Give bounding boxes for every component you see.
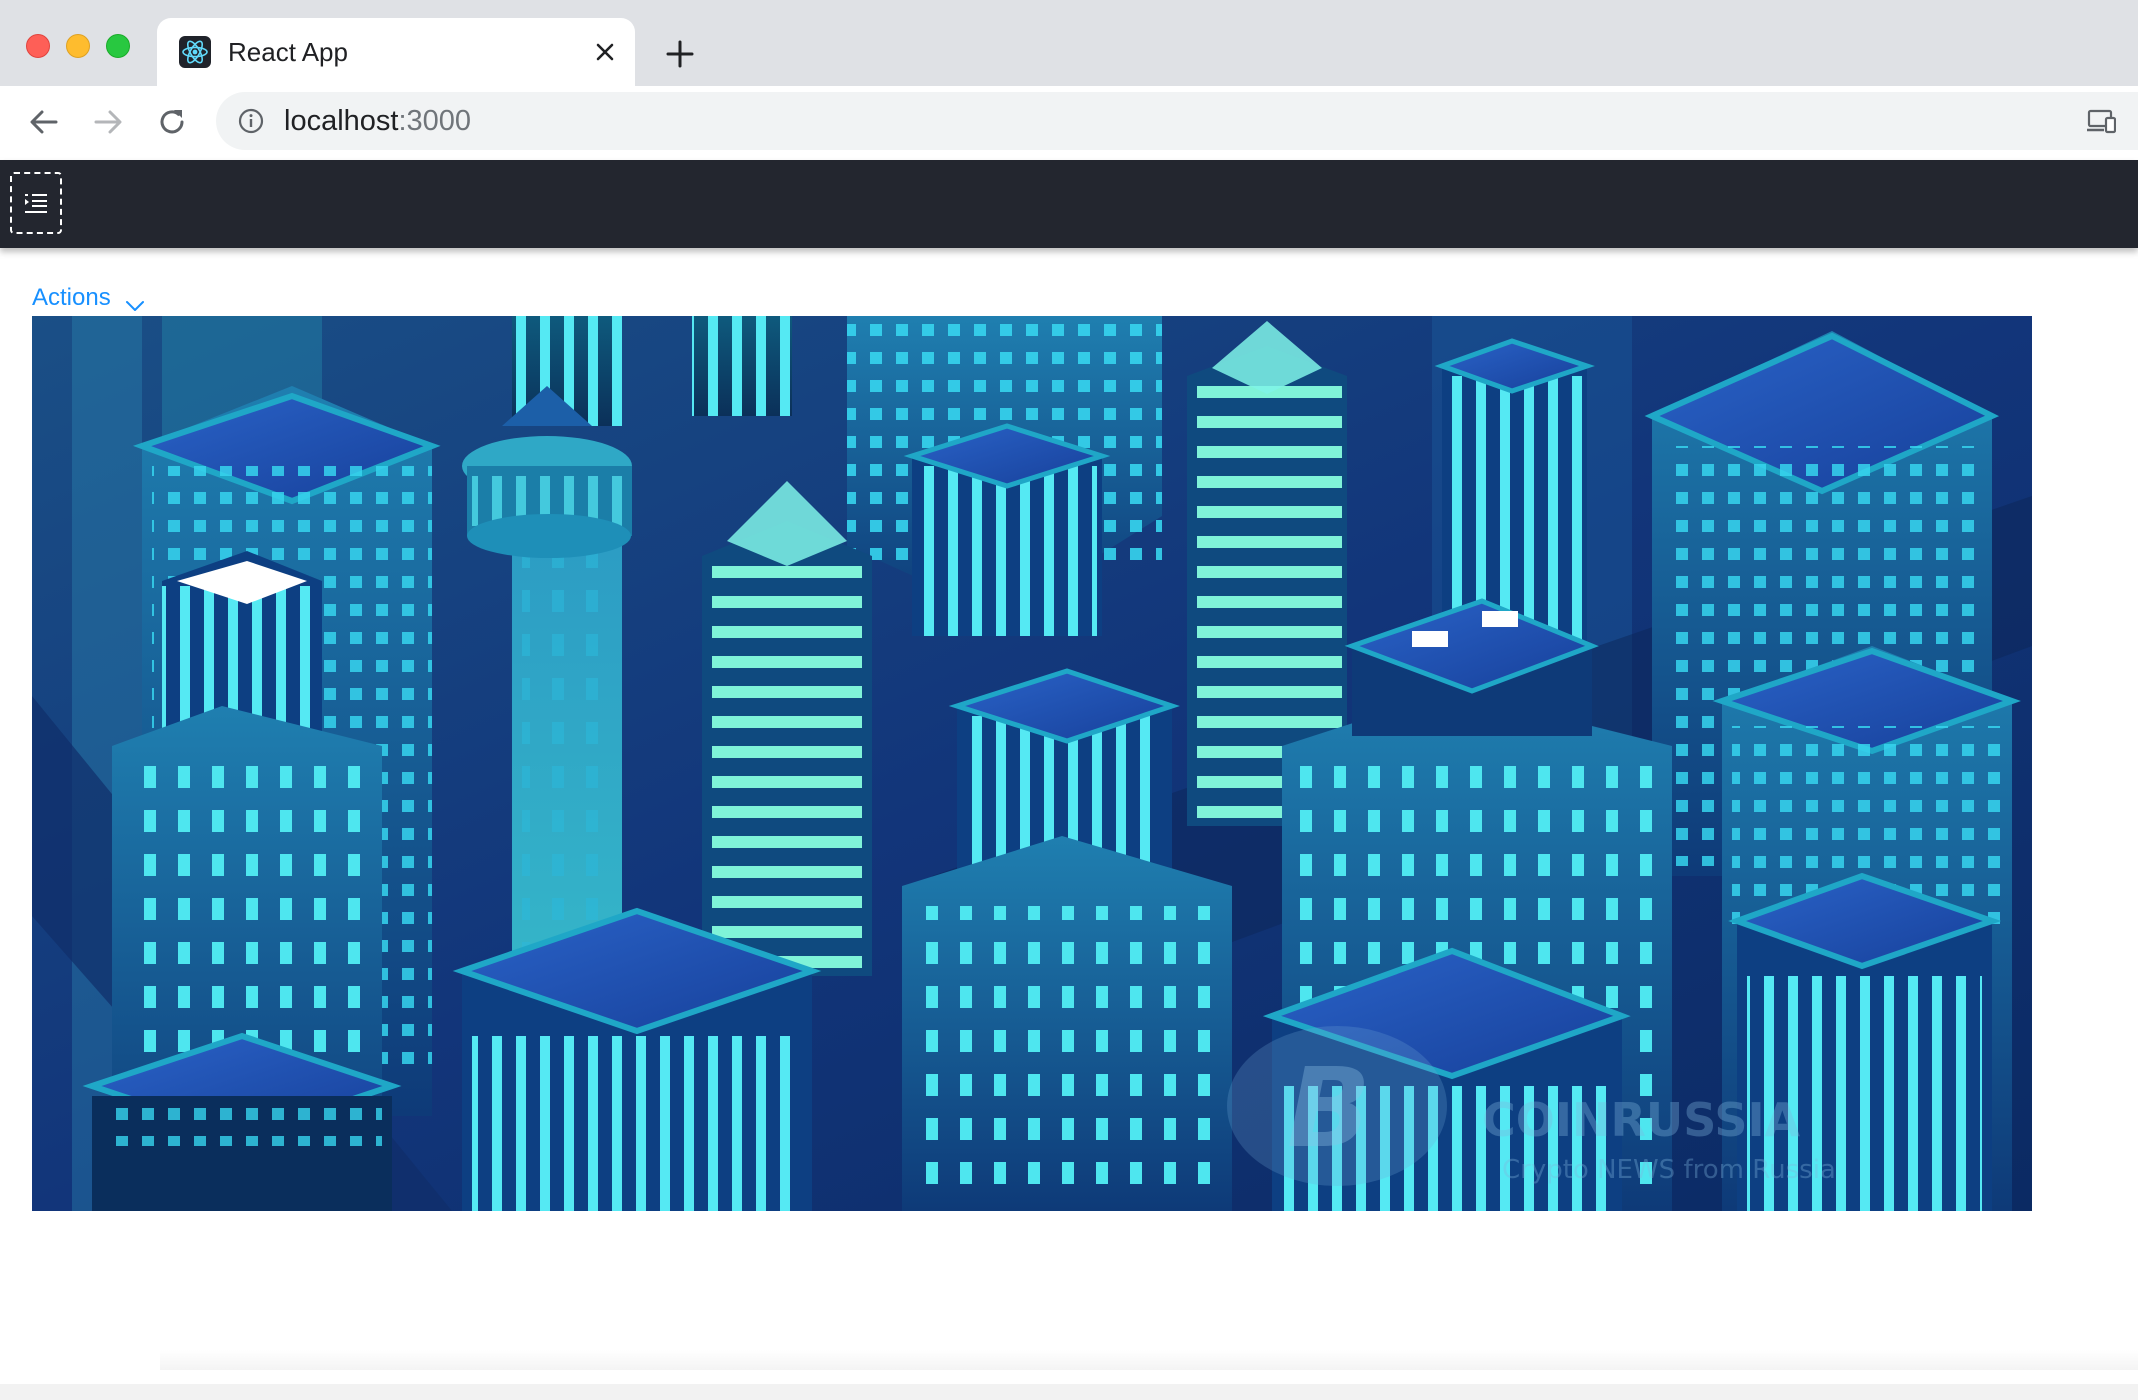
address-bar[interactable]: localhost:3000 xyxy=(216,92,2138,150)
app-header xyxy=(0,160,2138,248)
url-text: localhost:3000 xyxy=(284,106,471,136)
browser-toolbar: localhost:3000 xyxy=(0,86,2138,158)
svg-text:B: B xyxy=(1287,1044,1371,1172)
chevron-down-icon xyxy=(125,291,145,311)
url-host: localhost xyxy=(284,105,399,137)
menu-toggle-button[interactable] xyxy=(10,172,62,234)
reload-icon[interactable] xyxy=(152,102,192,142)
react-logo-icon xyxy=(179,36,211,68)
tab-title: React App xyxy=(228,37,348,67)
url-port: :3000 xyxy=(398,105,472,137)
indent-menu-icon xyxy=(25,194,47,213)
watermark-tagline: Crypto NEWS from Russia xyxy=(1502,1155,1836,1185)
actions-dropdown[interactable]: Actions xyxy=(32,282,145,313)
watermark-brand: COINRUSSIA xyxy=(1482,1093,1801,1147)
plus-icon[interactable] xyxy=(660,34,700,74)
arrow-left-icon[interactable] xyxy=(24,102,64,142)
cast-icon[interactable] xyxy=(2086,108,2117,134)
info-icon[interactable] xyxy=(238,108,264,134)
browser-tab[interactable]: React App xyxy=(157,18,635,86)
window-close-button[interactable] xyxy=(26,34,50,58)
arrow-right-icon[interactable] xyxy=(88,102,128,142)
actions-label: Actions xyxy=(32,283,111,311)
browser-titlebar: React App xyxy=(0,0,2138,86)
window-maximize-button[interactable] xyxy=(106,34,130,58)
close-icon[interactable] xyxy=(589,36,621,68)
hero-image: B COINRUSSIA Crypto NEWS from Russia xyxy=(32,316,2032,1211)
window-minimize-button[interactable] xyxy=(66,34,90,58)
page-bottom-shadow xyxy=(160,1350,2138,1370)
page-bottom-strip xyxy=(0,1384,2138,1400)
